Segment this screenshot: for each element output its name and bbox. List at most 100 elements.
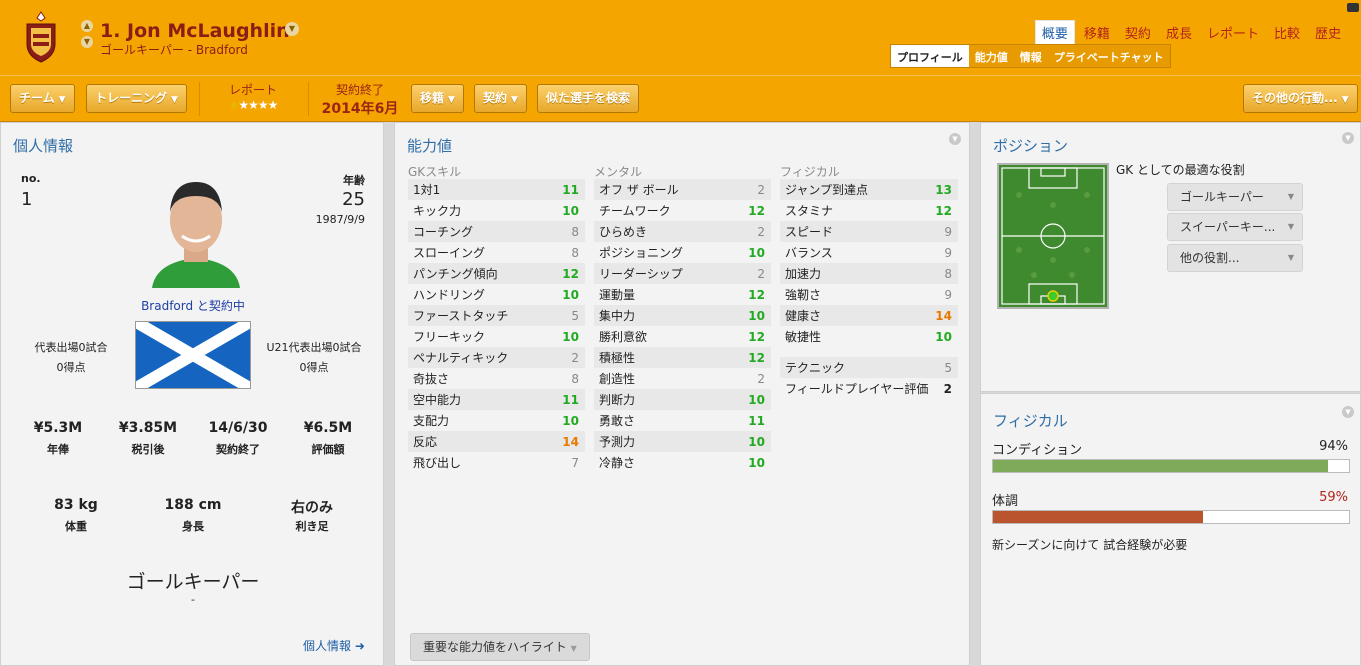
gk-attribute-row[interactable]: パンチング傾向 12 — [408, 263, 585, 284]
panel-menu-chevron-icon[interactable]: ▼ — [1342, 132, 1354, 144]
physical-attribute-row[interactable]: 強靭さ 9 — [780, 284, 958, 305]
mental-attribute-row[interactable]: チームワーク 12 — [594, 200, 771, 221]
subtab-info[interactable]: 情報 — [1014, 45, 1048, 67]
team-button[interactable]: チーム ▼ — [10, 84, 75, 113]
attribute-value: 9 — [944, 245, 952, 260]
attribute-name: ハンドリング — [413, 288, 486, 302]
panel-menu-chevron-icon[interactable]: ▼ — [949, 133, 961, 145]
condition-label: コンディション — [992, 443, 1083, 458]
attribute-name: スローイング — [413, 246, 486, 260]
panel-title: 能力値 — [407, 137, 453, 155]
after-tax-label: 税引後 — [131, 443, 165, 456]
gk-attribute-row[interactable]: 空中能力 11 — [408, 389, 585, 410]
gk-attribute-row[interactable]: ペナルティキック 2 — [408, 347, 585, 368]
attribute-name: 敏捷性 — [785, 330, 822, 344]
mental-attribute-row[interactable]: ひらめき 2 — [594, 221, 771, 242]
other-roles-button[interactable]: 他の役割... ▼ — [1167, 244, 1303, 272]
u21-caps: U21代表出場0試合 — [266, 341, 362, 354]
pitch-diagram[interactable] — [997, 163, 1109, 309]
panel-menu-chevron-icon[interactable]: ▼ — [1342, 406, 1354, 418]
attribute-value: 13 — [935, 182, 952, 197]
previous-player-icon[interactable]: ▲ — [81, 20, 93, 32]
physical-attribute-row[interactable]: ジャンプ到達点 13 — [780, 179, 958, 200]
attribute-name: 1対1 — [413, 183, 441, 197]
attribute-value: 14 — [562, 434, 579, 449]
fitness-label: 体調 — [992, 494, 1019, 509]
gk-attribute-row[interactable]: 支配力 10 — [408, 410, 585, 431]
action-toolbar: チーム ▼ トレーニング ▼ レポート ★★★★★ 契約終了 2014年6月 移籍 ▼… — [0, 75, 1361, 122]
role-goalkeeper-button[interactable]: ゴールキーパー ▼ — [1167, 183, 1303, 211]
chevron-down-icon: ▼ — [448, 95, 455, 105]
physical-attribute-row[interactable]: 敏捷性 10 — [780, 326, 958, 347]
tab-development[interactable]: 成長 — [1160, 21, 1198, 44]
contract-button-label: 契約 — [483, 91, 508, 105]
gk-attribute-row[interactable]: ファーストタッチ 5 — [408, 305, 585, 326]
gk-attribute-row[interactable]: フリーキック 10 — [408, 326, 585, 347]
mental-attribute-row[interactable]: 判断力 10 — [594, 389, 771, 410]
gk-attribute-row[interactable]: 飛び出し 7 — [408, 452, 585, 473]
training-button[interactable]: トレーニング ▼ — [86, 84, 187, 113]
player-subtitle: ゴールキーパー - Bradford — [100, 43, 248, 57]
window-toggle-icon[interactable] — [1347, 3, 1359, 12]
height-label: 身長 — [182, 520, 204, 533]
subtab-private-chat[interactable]: プライベートチャット — [1048, 45, 1170, 67]
transfer-button[interactable]: 移籍 ▼ — [411, 84, 464, 113]
next-player-icon[interactable]: ▼ — [81, 36, 93, 48]
mental-attribute-row[interactable]: 勇敢さ 11 — [594, 410, 771, 431]
physical-attribute-row[interactable]: 加速力 8 — [780, 263, 958, 284]
mental-attribute-row[interactable]: オフ ザ ボール 2 — [594, 179, 771, 200]
tab-history[interactable]: 歴史 — [1309, 21, 1347, 44]
extra-attribute-row[interactable]: テクニック 5 — [780, 357, 958, 378]
physical-column: フィジカル ジャンプ到達点 13 スタミナ 12 スピード 9 バランス 9 加速力 8 強靭さ 9 健… — [780, 165, 958, 399]
gk-attribute-row[interactable]: 奇抜さ 8 — [408, 368, 585, 389]
tab-contract[interactable]: 契約 — [1119, 21, 1157, 44]
physical-attribute-row[interactable]: バランス 9 — [780, 242, 958, 263]
mental-attribute-row[interactable]: 運動量 12 — [594, 284, 771, 305]
attribute-value: 10 — [748, 434, 765, 449]
role-sweeper-keeper-button[interactable]: スイーパーキー... ▼ — [1167, 213, 1303, 241]
mental-attribute-row[interactable]: ポジショニング 10 — [594, 242, 771, 263]
mental-attribute-row[interactable]: リーダーシップ 2 — [594, 263, 771, 284]
subtab-profile[interactable]: プロフィール — [891, 45, 969, 67]
gk-attribute-row[interactable]: コーチング 8 — [408, 221, 585, 242]
gk-attribute-row[interactable]: ハンドリング 10 — [408, 284, 585, 305]
club-status[interactable]: Bradford と契約中 — [93, 297, 293, 314]
player-menu-chevron-icon[interactable]: ▼ — [285, 22, 299, 36]
gk-attribute-row[interactable]: 1対1 11 — [408, 179, 585, 200]
tab-transfer[interactable]: 移籍 — [1078, 21, 1116, 44]
gk-attribute-row[interactable]: キック力 10 — [408, 200, 585, 221]
mental-attribute-row[interactable]: 創造性 2 — [594, 368, 771, 389]
other-actions-button[interactable]: その他の行動... ▼ — [1243, 84, 1358, 113]
attribute-value: 12 — [748, 329, 765, 344]
personal-info-link[interactable]: 個人情報 ➜ — [303, 637, 365, 654]
mental-attribute-row[interactable]: 勝利意欲 12 — [594, 326, 771, 347]
mental-attribute-row[interactable]: 予測力 10 — [594, 431, 771, 452]
attribute-name: 健康さ — [785, 309, 822, 323]
contract-button[interactable]: 契約 ▼ — [474, 84, 527, 113]
mental-attribute-row[interactable]: 冷静さ 10 — [594, 452, 771, 473]
tab-compare[interactable]: 比較 — [1268, 21, 1306, 44]
find-similar-button[interactable]: 似た選手を検索 — [537, 84, 640, 113]
extra-attribute-row[interactable]: フィールドプレイヤー評価 2 — [780, 378, 958, 399]
scout-report[interactable]: レポート ★★★★★ — [205, 81, 301, 112]
attribute-value: 9 — [944, 224, 952, 239]
foot-value: 右のみ — [291, 500, 333, 516]
highlight-key-attributes-button[interactable]: 重要な能力値をハイライト ▼ — [410, 633, 590, 661]
gk-attribute-row[interactable]: スローイング 8 — [408, 242, 585, 263]
physical-attribute-row[interactable]: スピード 9 — [780, 221, 958, 242]
attribute-name: 勇敢さ — [599, 414, 636, 428]
tab-report[interactable]: レポート — [1201, 21, 1265, 44]
star-rating: ★★★★★ — [205, 98, 301, 112]
report-label: レポート — [228, 83, 277, 97]
physical-attribute-row[interactable]: 健康さ 14 — [780, 305, 958, 326]
mental-attribute-row[interactable]: 積極性 12 — [594, 347, 771, 368]
chevron-down-icon: ▼ — [171, 95, 178, 105]
physical-header: フィジカル — [780, 165, 840, 179]
subtab-attributes[interactable]: 能力値 — [969, 45, 1014, 67]
attribute-name: コーチング — [413, 225, 474, 239]
mental-attribute-row[interactable]: 集中力 10 — [594, 305, 771, 326]
physical-attribute-row[interactable]: スタミナ 12 — [780, 200, 958, 221]
gk-attribute-row[interactable]: 反応 14 — [408, 431, 585, 452]
tab-overview[interactable]: 概要 — [1034, 20, 1075, 45]
attribute-value: 2 — [757, 266, 765, 281]
